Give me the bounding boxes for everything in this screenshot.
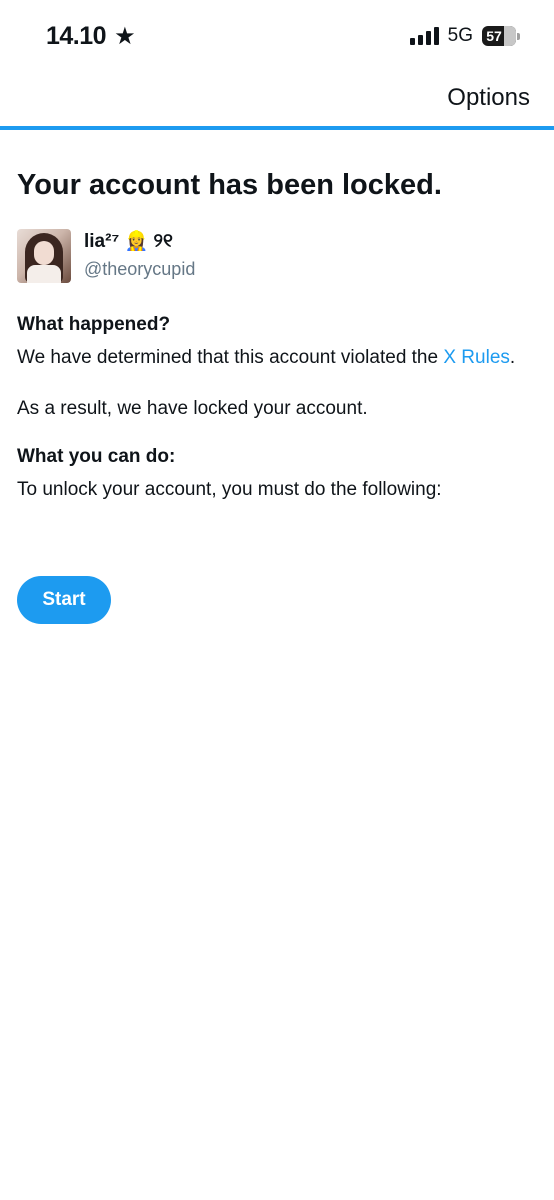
- result-text: As a result, we have locked your account…: [17, 398, 368, 419]
- username: @theorycupid: [84, 259, 196, 279]
- status-bar: 14.10 ★ 5G 57: [0, 0, 554, 74]
- violation-text-end: .: [509, 347, 516, 368]
- status-indicators: 5G 57: [409, 25, 520, 47]
- what-happened-heading: What happened?: [17, 314, 171, 335]
- page-title: Your account has been locked.: [17, 169, 442, 201]
- signal-icon: [409, 27, 439, 45]
- network-label: 5G: [447, 25, 473, 46]
- unlock-instructions: To unlock your account, you must do the …: [17, 479, 442, 500]
- star-icon: ★: [114, 22, 136, 50]
- x-rules-link[interactable]: X Rules: [443, 347, 510, 368]
- user-card: lia²⁷ 👷‍♀️ ୨୧ @theorycupid: [17, 229, 537, 283]
- user-info: lia²⁷ 👷‍♀️ ୨୧ @theorycupid: [84, 231, 195, 283]
- top-bar: Options: [0, 74, 554, 126]
- violation-text-start: We have determined that this account vio…: [17, 347, 444, 368]
- what-you-can-do-heading: What you can do:: [17, 446, 176, 467]
- display-name: lia²⁷ 👷‍♀️ ୨୧: [84, 231, 173, 252]
- time-label: 14.10: [46, 22, 107, 50]
- start-button[interactable]: Start: [17, 576, 111, 624]
- options-button[interactable]: Options: [447, 84, 530, 112]
- battery-level: 57: [486, 28, 502, 44]
- progress-divider: [0, 126, 554, 130]
- main-content: Your account has been locked. lia²⁷ 👷‍♀️…: [17, 166, 537, 503]
- battery-icon: 57: [482, 26, 520, 46]
- status-time: 14.10 ★: [46, 22, 136, 51]
- avatar: [17, 229, 71, 283]
- violation-text: We have determined that this account vio…: [17, 345, 537, 371]
